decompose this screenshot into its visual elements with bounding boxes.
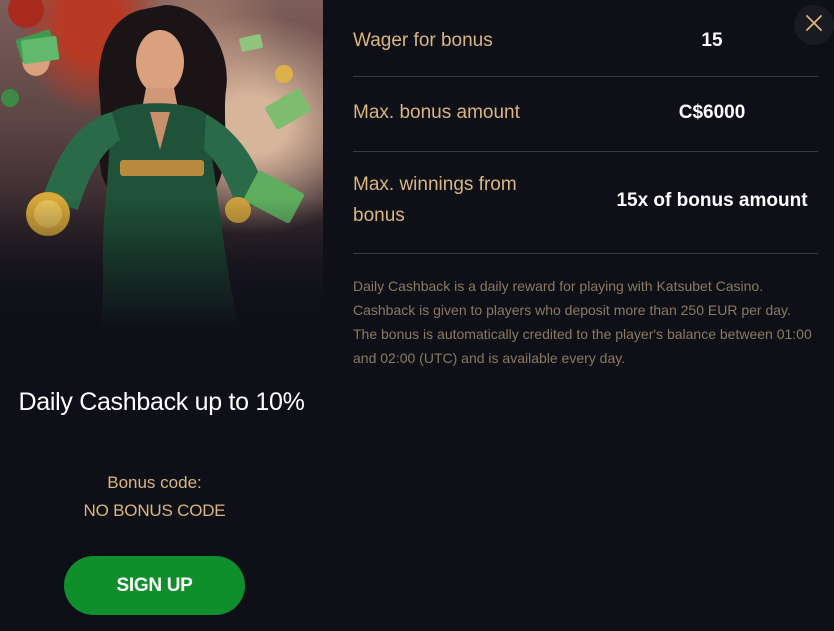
detail-value: 15x of bonus amount [616, 190, 808, 211]
bonus-modal: Daily Cashback up to 10% Bonus code: NO … [0, 0, 834, 631]
promo-image [0, 0, 323, 330]
bonus-code-value: NO BONUS CODE [83, 501, 226, 520]
detail-row-max-bonus: Max. bonus amount C$6000 [353, 76, 818, 152]
bonus-description: Daily Cashback is a daily reward for pla… [353, 278, 812, 366]
close-icon [805, 14, 823, 37]
detail-row-max-winnings: Max. winnings from bonus 15x of bonus am… [353, 151, 818, 254]
detail-label: Wager for bonus [353, 30, 493, 51]
detail-value: C$6000 [678, 102, 746, 123]
detail-row-wager: Wager for bonus 15 [353, 0, 818, 77]
promo-title: Daily Cashback up to 10% [18, 388, 305, 416]
detail-label: Max. winnings from bonus [353, 174, 517, 226]
promo-panel: Daily Cashback up to 10% Bonus code: NO … [0, 0, 323, 631]
detail-value: 15 [701, 30, 723, 51]
close-button[interactable] [794, 5, 834, 45]
sign-up-button[interactable]: SIGN UP [64, 556, 245, 615]
detail-label: Max. bonus amount [353, 102, 520, 123]
bonus-code-label: Bonus code: [107, 473, 202, 492]
